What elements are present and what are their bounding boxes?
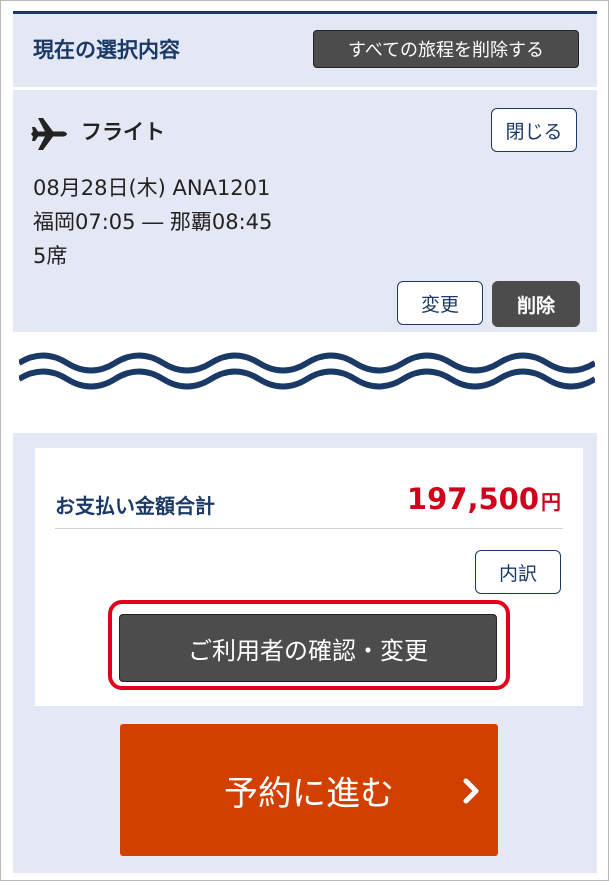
total-payment-label: お支払い金額合計 xyxy=(55,494,215,518)
chevron-right-icon xyxy=(463,778,479,804)
wave-divider xyxy=(19,352,595,390)
airplane-icon xyxy=(31,118,67,150)
screenshot-frame: 現在の選択内容 すべての旅程を削除する フライト 閉じる 08月28日(木) A… xyxy=(0,0,609,881)
amount-value: 197,500 xyxy=(406,482,539,516)
total-payment-amount: 197,500 円 xyxy=(407,482,561,516)
flight-seats: 5席 xyxy=(33,244,68,268)
section-divider xyxy=(13,87,597,90)
payment-summary-card: お支払い金額合計 197,500 円 内訳 ご利用者の確認・変更 xyxy=(35,448,583,706)
currency-unit: 円 xyxy=(541,490,561,514)
flight-route: 福岡07:05 ― 那覇08:45 xyxy=(33,210,273,234)
proceed-to-booking-button[interactable]: 予約に進む xyxy=(120,724,498,856)
payment-panel: お支払い金額合計 197,500 円 内訳 ご利用者の確認・変更 予約に進む xyxy=(13,433,597,873)
current-selection-panel: 現在の選択内容 すべての旅程を削除する フライト 閉じる 08月28日(木) A… xyxy=(13,11,597,332)
breakdown-button[interactable]: 内訳 xyxy=(475,550,561,594)
confirm-change-users-button[interactable]: ご利用者の確認・変更 xyxy=(119,614,497,682)
panel-title: 現在の選択内容 xyxy=(33,38,180,62)
flight-section-label: フライト xyxy=(81,120,165,144)
delete-flight-button[interactable]: 削除 xyxy=(492,281,580,327)
proceed-label: 予約に進む xyxy=(224,773,394,814)
delete-all-itineraries-button[interactable]: すべての旅程を削除する xyxy=(313,30,579,68)
change-flight-button[interactable]: 変更 xyxy=(397,281,483,325)
payment-divider xyxy=(55,528,563,529)
close-button[interactable]: 閉じる xyxy=(491,108,577,152)
flight-date-number: 08月28日(木) ANA1201 xyxy=(33,176,271,200)
